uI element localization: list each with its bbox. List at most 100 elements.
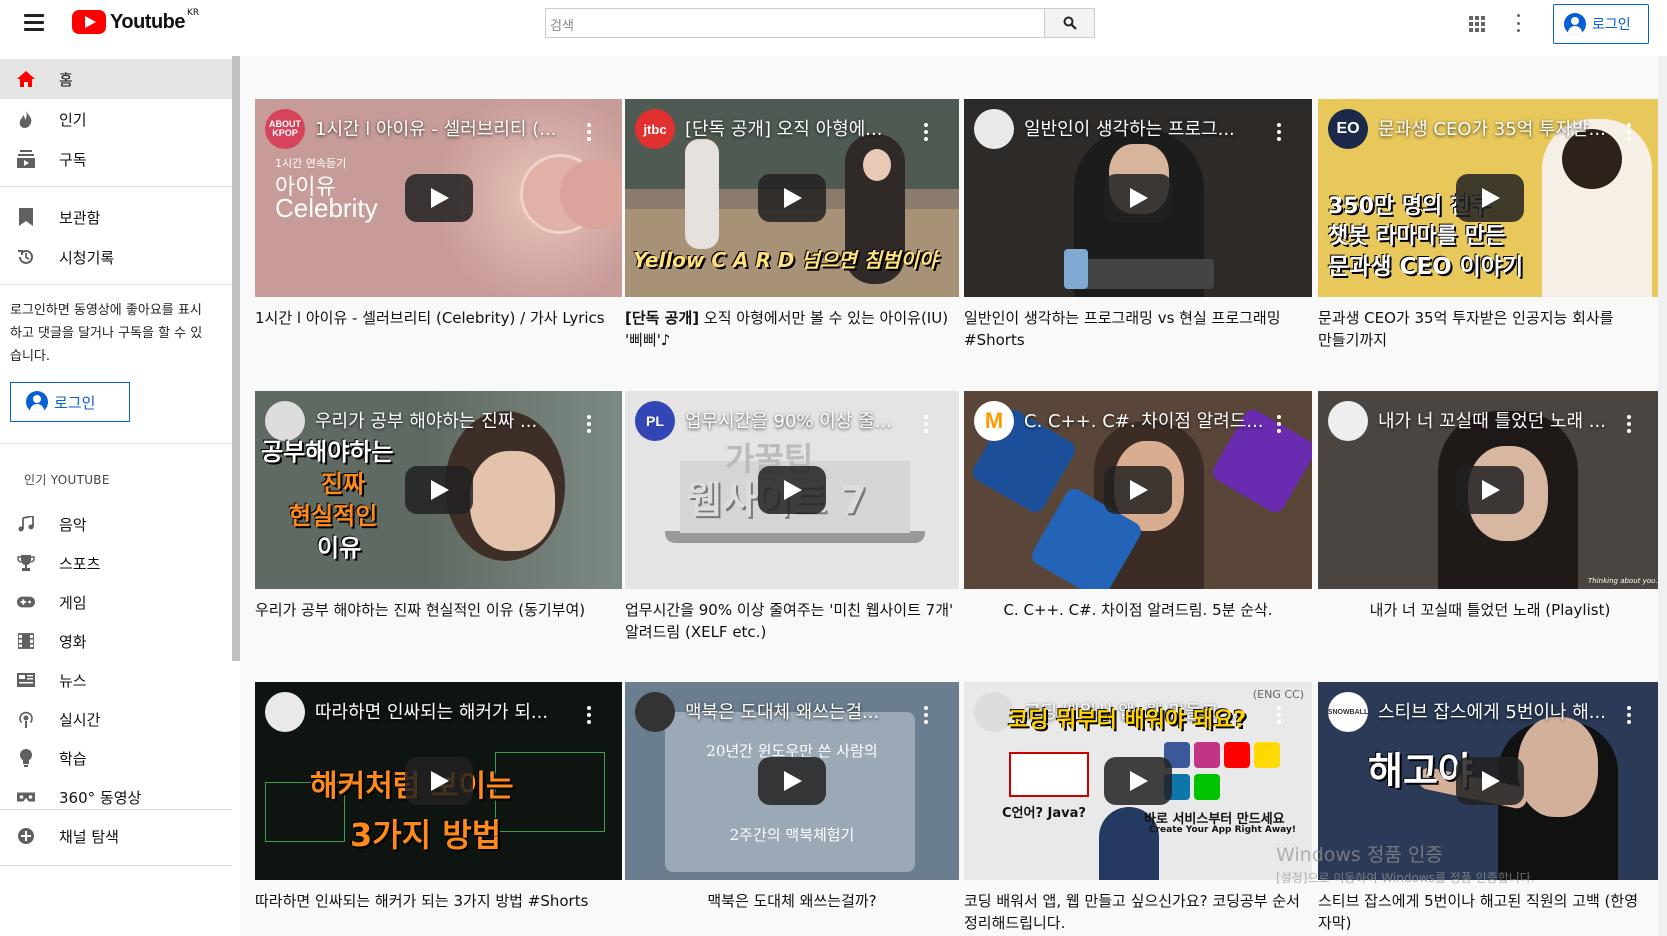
- sidebar-item-browse-channels[interactable]: 채널 탐색: [0, 816, 232, 856]
- sidebar-item-trending[interactable]: 인기: [0, 99, 232, 139]
- video-thumbnail[interactable]: PL 업무시간을 90% 이상 줄... 가꿀팁 웹사이트 7: [625, 391, 959, 589]
- sidebar-item-sports[interactable]: 스포츠: [0, 543, 232, 583]
- video-card[interactable]: 맥북은 도대체 왜쓰는걸... 20년간 윈도우만 쓴 사람의 2주간의 맥북체…: [625, 682, 959, 912]
- play-icon[interactable]: [1104, 466, 1172, 514]
- play-icon[interactable]: [1104, 174, 1172, 222]
- play-icon[interactable]: [404, 757, 473, 805]
- sidebar-item-label: 채널 탐색: [59, 827, 119, 846]
- channel-avatar[interactable]: [635, 692, 675, 732]
- more-options-icon[interactable]: [586, 123, 592, 141]
- sidebar-login-button[interactable]: 로그인: [10, 382, 130, 422]
- play-icon[interactable]: [404, 174, 473, 222]
- more-options-icon[interactable]: [1626, 123, 1632, 141]
- video-thumbnail[interactable]: 맥북은 도대체 왜쓰는걸... 20년간 윈도우만 쓴 사람의 2주간의 맥북체…: [625, 682, 959, 880]
- video-title[interactable]: 1시간 l 아이유 - 셀러브리티 (Celebrity) / 가사 Lyric…: [255, 307, 622, 329]
- sidebar-item-360[interactable]: 360° 동영상: [0, 777, 232, 817]
- video-title[interactable]: 내가 너 꼬실때 틀었던 노래 (Playlist): [1318, 599, 1662, 621]
- video-thumbnail[interactable]: jtbc [단독 공개] 오직 아형에... Yellow C A R D 넘으…: [625, 99, 959, 297]
- video-card[interactable]: M C. C++. C#. 차이점 알려드... C. C++. C#. 차이점…: [964, 391, 1312, 621]
- more-options-icon[interactable]: [1626, 706, 1632, 724]
- menu-icon[interactable]: [24, 14, 44, 32]
- channel-avatar[interactable]: [265, 401, 305, 441]
- youtube-logo[interactable]: Youtube KR: [72, 8, 199, 34]
- video-title[interactable]: 우리가 공부 해야하는 진짜 현실적인 이유 (동기부여): [255, 599, 622, 621]
- video-thumbnail[interactable]: EO 문과생 CEO가 35억 투자받... 350만 명의 친구 챗봇 라마마…: [1318, 99, 1662, 297]
- sidebar-item-library[interactable]: 보관함: [0, 197, 232, 237]
- thumbnail-title: [단독 공개] 오직 아형에...: [685, 119, 883, 140]
- sidebar-item-history[interactable]: 시청기록: [0, 237, 232, 277]
- video-card[interactable]: EO 문과생 CEO가 35억 투자받... 350만 명의 친구 챗봇 라마마…: [1318, 99, 1662, 351]
- video-card[interactable]: 내가 너 꼬실때 틀었던 노래 ... Thinking about you. …: [1318, 391, 1662, 621]
- more-options-icon[interactable]: [923, 706, 929, 724]
- search-button[interactable]: [1045, 8, 1095, 38]
- video-title[interactable]: 일반인이 생각하는 프로그래밍 vs 현실 프로그래밍 #Shorts: [964, 307, 1312, 351]
- video-title[interactable]: C. C++. C#. 차이점 알려드림. 5분 순삭.: [964, 599, 1312, 621]
- video-card[interactable]: 우리가 공부 해야하는 진짜 ... 공부해야하는 진짜 현실적인 이유 우리가…: [255, 391, 622, 621]
- video-card[interactable]: 일반인이 생각하는 프로그... 일반인이 생각하는 프로그래밍 vs 현실 프…: [964, 99, 1312, 351]
- video-thumbnail[interactable]: 코딩 배워서 앱, 웹 만들고 ... (ENG CC) 코딩 뭐부터 배워야 …: [964, 682, 1312, 880]
- thumbnail-title: 맥북은 도대체 왜쓰는걸...: [685, 702, 880, 723]
- sidebar-item-news[interactable]: 뉴스: [0, 660, 232, 700]
- play-icon[interactable]: [1104, 757, 1172, 805]
- home-icon: [17, 70, 35, 88]
- user-icon: [1564, 13, 1586, 35]
- play-icon[interactable]: [758, 757, 826, 805]
- video-title[interactable]: 따라하면 인싸되는 해커가 되는 3가지 방법 #Shorts: [255, 890, 622, 912]
- channel-avatar[interactable]: [265, 692, 305, 732]
- sidebar-item-home[interactable]: 홈: [0, 59, 232, 99]
- video-card[interactable]: jtbc [단독 공개] 오직 아형에... Yellow C A R D 넘으…: [625, 99, 959, 351]
- video-thumbnail[interactable]: 따라하면 인싸되는 해커가 되... 해커처럼 보이는 3가지 방법: [255, 682, 622, 880]
- sidebar-item-music[interactable]: 음악: [0, 504, 232, 544]
- video-title[interactable]: 맥북은 도대체 왜쓰는걸까?: [625, 890, 959, 912]
- channel-avatar[interactable]: [1328, 401, 1368, 441]
- apps-icon[interactable]: [1469, 16, 1485, 32]
- video-title[interactable]: 스티브 잡스에게 5번이나 해고된 직원의 고백 (한영 자막): [1318, 890, 1662, 934]
- sidebar-item-gaming[interactable]: 게임: [0, 582, 232, 622]
- login-button[interactable]: 로그인: [1553, 4, 1649, 44]
- sidebar-item-subscriptions[interactable]: 구독: [0, 139, 232, 179]
- video-title[interactable]: 문과생 CEO가 35억 투자받은 인공지능 회사를 만들기까지: [1318, 307, 1662, 351]
- play-icon[interactable]: [758, 466, 826, 514]
- sidebar-item-live[interactable]: 실시간: [0, 699, 232, 739]
- play-icon[interactable]: [1456, 174, 1524, 222]
- play-icon[interactable]: [404, 466, 473, 514]
- video-card[interactable]: 따라하면 인싸되는 해커가 되... 해커처럼 보이는 3가지 방법 따라하면 …: [255, 682, 622, 912]
- video-title[interactable]: 업무시간을 90% 이상 줄여주는 '미친 웹사이트 7개' 알려드림 (XEL…: [625, 599, 959, 643]
- more-options-icon[interactable]: [586, 415, 592, 433]
- video-card[interactable]: PL 업무시간을 90% 이상 줄... 가꿀팁 웹사이트 7 업무시간을 90…: [625, 391, 959, 643]
- video-thumbnail[interactable]: ABOUT KPOP 1시간 l 아이유 - 셀러브리티 (... 1시간 연속…: [255, 99, 622, 297]
- channel-avatar[interactable]: EO: [1328, 109, 1368, 149]
- video-title[interactable]: [단독 공개] 오직 아형에서만 볼 수 있는 아이유(IU) '삐삐'♪: [625, 307, 959, 351]
- channel-avatar[interactable]: ABOUT KPOP: [265, 109, 305, 149]
- more-options-icon[interactable]: [923, 415, 929, 433]
- video-card[interactable]: 코딩 배워서 앱, 웹 만들고 ... (ENG CC) 코딩 뭐부터 배워야 …: [964, 682, 1312, 934]
- video-thumbnail[interactable]: 일반인이 생각하는 프로그...: [964, 99, 1312, 297]
- sidebar-scrollbar[interactable]: [232, 56, 240, 661]
- page-scrollbar[interactable]: [1658, 56, 1667, 936]
- channel-avatar[interactable]: M: [974, 401, 1014, 441]
- video-card[interactable]: SNOWBALL 스티브 잡스에게 5번이나 해... 해고야 스티브 잡스에게…: [1318, 682, 1662, 934]
- play-icon[interactable]: [1456, 466, 1524, 514]
- video-thumbnail[interactable]: 우리가 공부 해야하는 진짜 ... 공부해야하는 진짜 현실적인 이유: [255, 391, 622, 589]
- play-icon[interactable]: [1456, 757, 1524, 805]
- more-options-icon[interactable]: [1276, 415, 1282, 433]
- channel-avatar[interactable]: PL: [635, 401, 675, 441]
- video-thumbnail[interactable]: M C. C++. C#. 차이점 알려드...: [964, 391, 1312, 589]
- more-options-icon[interactable]: [1276, 123, 1282, 141]
- video-title[interactable]: 코딩 배워서 앱, 웹 만들고 싶으신가요? 코딩공부 순서 정리해드립니다.: [964, 890, 1312, 934]
- sidebar-item-learning[interactable]: 학습: [0, 738, 232, 778]
- sidebar-item-movies[interactable]: 영화: [0, 621, 232, 661]
- more-options-icon[interactable]: [1626, 415, 1632, 433]
- channel-avatar[interactable]: [974, 109, 1014, 149]
- more-options-icon[interactable]: [923, 123, 929, 141]
- settings-more-icon[interactable]: [1515, 14, 1521, 32]
- channel-avatar[interactable]: SNOWBALL: [1328, 692, 1368, 732]
- search-input[interactable]: 검색: [545, 8, 1045, 38]
- play-icon[interactable]: [758, 174, 826, 222]
- more-options-icon[interactable]: [1276, 706, 1282, 724]
- channel-avatar[interactable]: jtbc: [635, 109, 675, 149]
- video-card[interactable]: ABOUT KPOP 1시간 l 아이유 - 셀러브리티 (... 1시간 연속…: [255, 99, 622, 329]
- video-thumbnail[interactable]: 내가 너 꼬실때 틀었던 노래 ... Thinking about you.: [1318, 391, 1662, 589]
- more-options-icon[interactable]: [586, 706, 592, 724]
- video-thumbnail[interactable]: SNOWBALL 스티브 잡스에게 5번이나 해... 해고야: [1318, 682, 1662, 880]
